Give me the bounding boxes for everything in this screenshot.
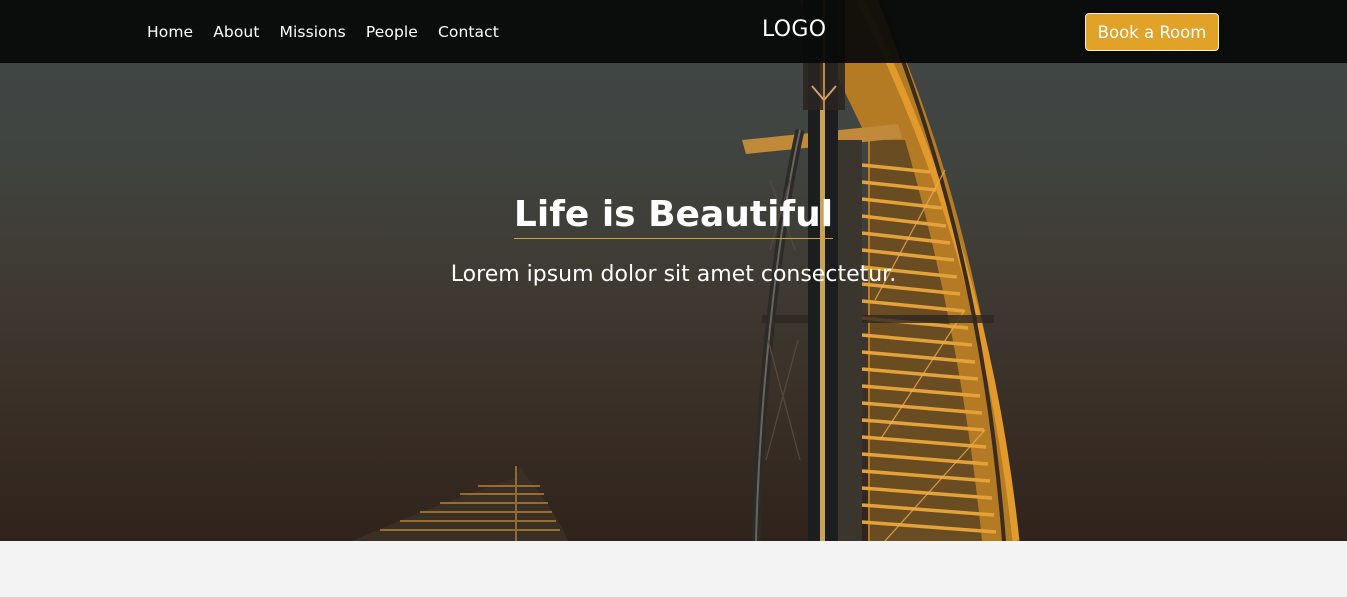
nav-link-people[interactable]: People	[366, 23, 418, 41]
hero-subtitle: Lorem ipsum dolor sit amet consectetur.	[450, 262, 897, 287]
nav-link-missions[interactable]: Missions	[280, 23, 346, 41]
top-navbar: Home About Missions People Contact LOGO …	[0, 0, 1347, 63]
nav-link-home[interactable]: Home	[147, 23, 193, 41]
nav-link-contact[interactable]: Contact	[438, 23, 499, 41]
nav-links: Home About Missions People Contact	[147, 0, 519, 63]
content-section	[0, 541, 1347, 597]
book-a-room-button[interactable]: Book a Room	[1085, 13, 1219, 51]
background-building	[352, 466, 568, 541]
hero-title-text: Life is Beautiful	[513, 194, 834, 239]
nav-link-about[interactable]: About	[213, 23, 259, 41]
logo[interactable]: LOGO	[762, 17, 826, 42]
hero-title: Life is Beautiful	[0, 194, 1347, 239]
hero-section: Home About Missions People Contact LOGO …	[0, 0, 1347, 541]
